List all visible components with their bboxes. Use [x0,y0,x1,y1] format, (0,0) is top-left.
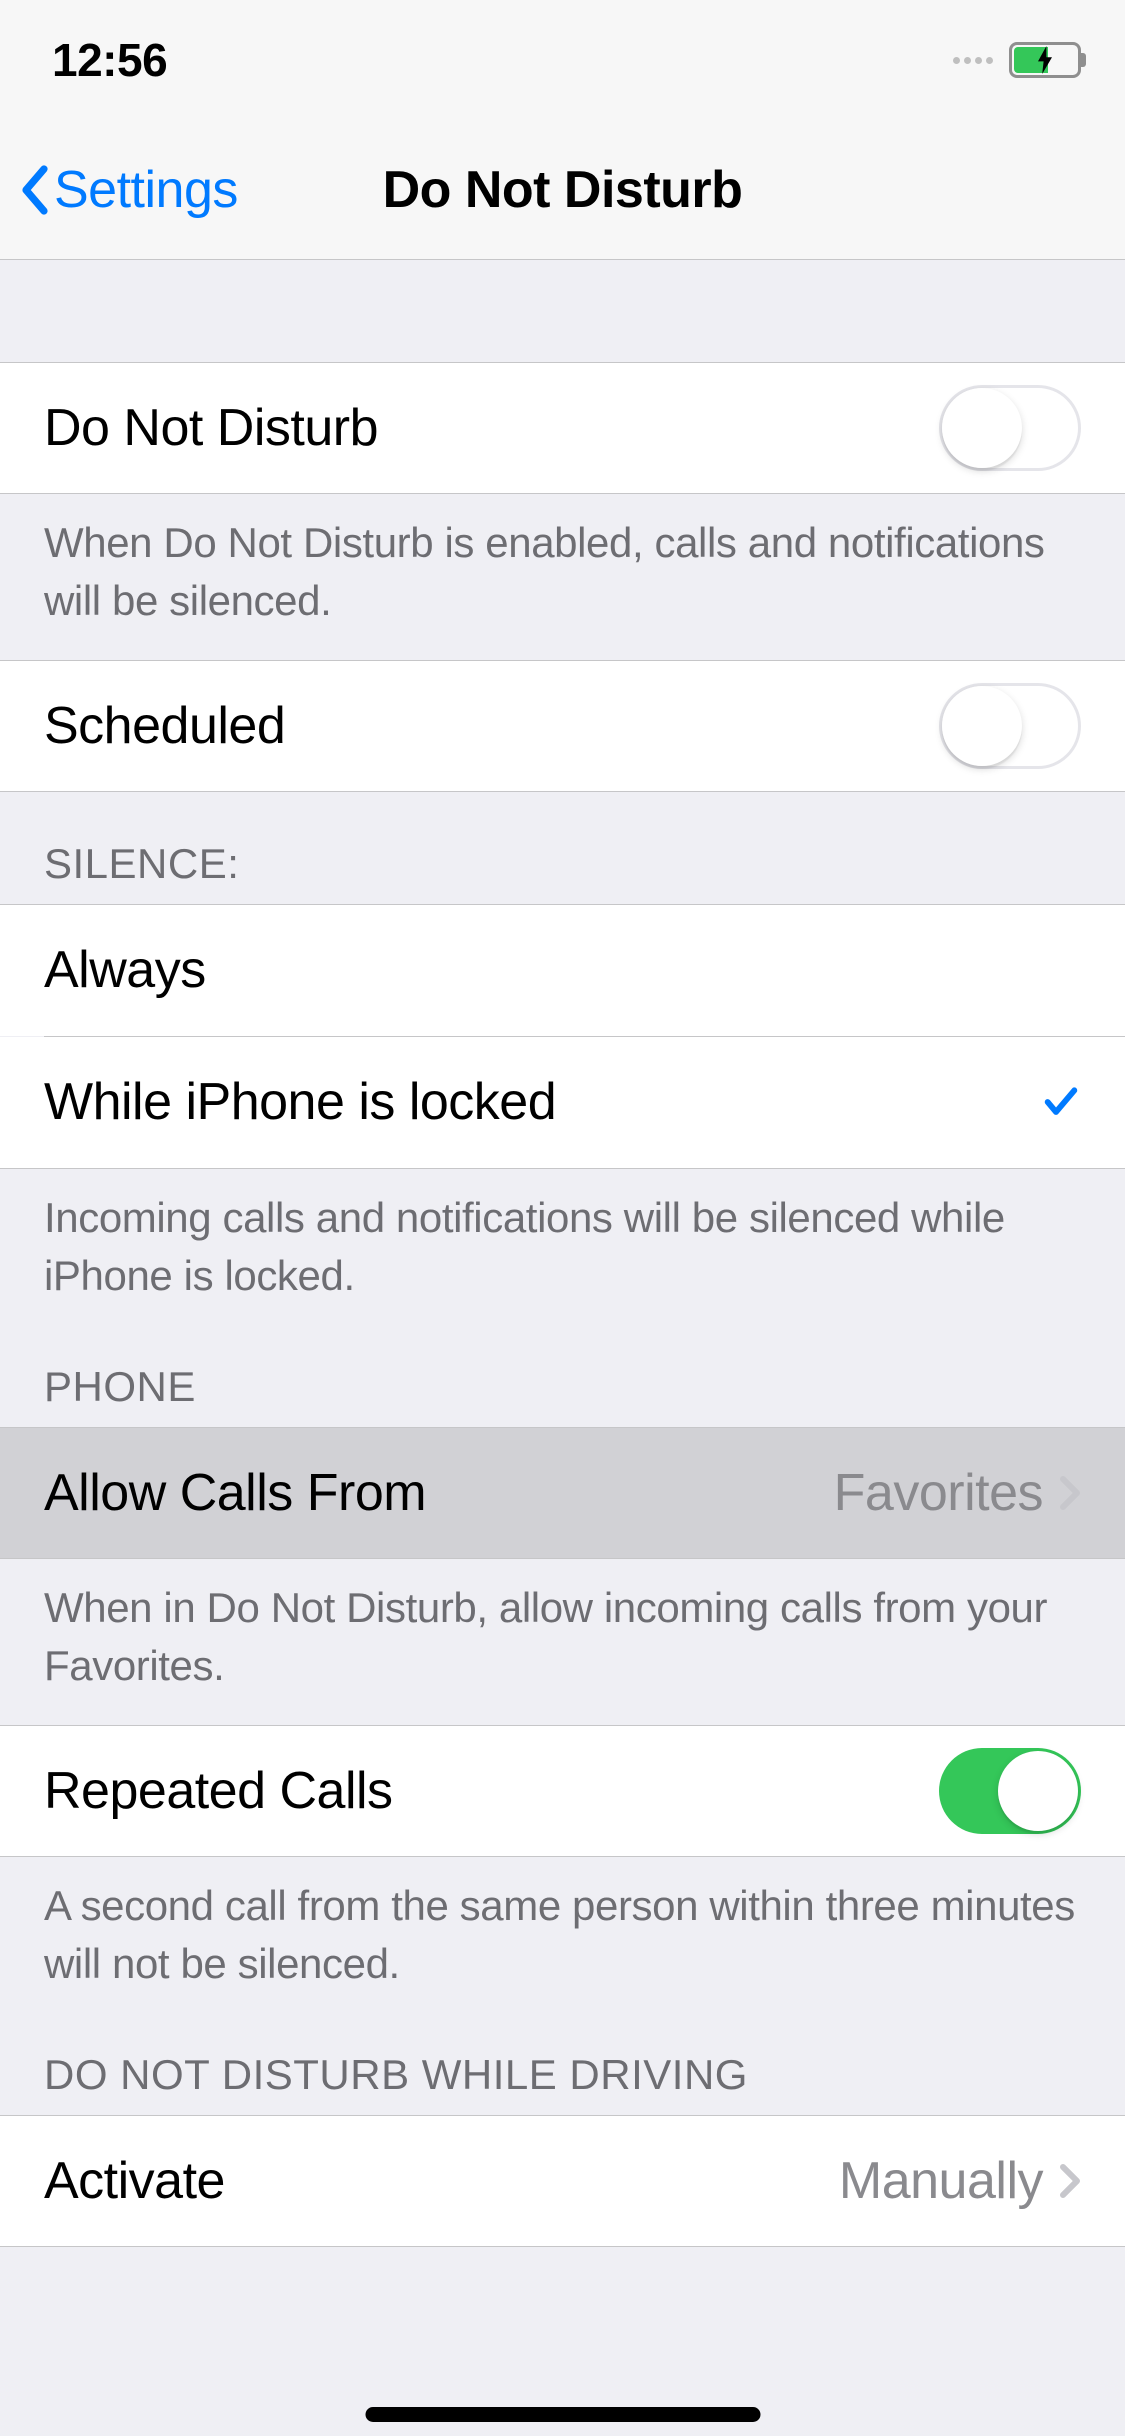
allow-calls-from-row[interactable]: Allow Calls From Favorites [0,1427,1125,1559]
activate-row[interactable]: Activate Manually [0,2115,1125,2247]
back-label: Settings [54,160,238,220]
activate-label: Activate [44,2151,225,2211]
signal-indicator [953,57,993,64]
repeated-calls-toggle[interactable] [939,1748,1081,1834]
back-button[interactable]: Settings [0,160,238,220]
driving-header: DO NOT DISTURB WHILE DRIVING [0,2023,1125,2115]
home-indicator[interactable] [365,2407,760,2422]
battery-icon [1009,42,1081,78]
scheduled-toggle[interactable] [939,683,1081,769]
silence-header: SILENCE: [0,792,1125,904]
content: Do Not Disturb When Do Not Disturb is en… [0,260,1125,2436]
allow-calls-from-value: Favorites [834,1463,1043,1523]
chevron-right-icon [1059,2163,1081,2199]
do-not-disturb-toggle[interactable] [939,385,1081,471]
repeated-calls-label: Repeated Calls [44,1761,393,1821]
repeated-calls-row: Repeated Calls [0,1725,1125,1857]
allow-calls-from-label: Allow Calls From [44,1463,426,1523]
status-right [953,42,1081,78]
activate-value: Manually [839,2151,1043,2211]
scheduled-row: Scheduled [0,660,1125,792]
silence-always-row[interactable]: Always [0,904,1125,1036]
repeated-calls-footer: A second call from the same person withi… [0,1857,1125,2023]
page-title: Do Not Disturb [383,160,743,220]
phone-header: PHONE [0,1335,1125,1427]
do-not-disturb-row: Do Not Disturb [0,362,1125,494]
chevron-right-icon [1059,1475,1081,1511]
chevron-left-icon [20,165,48,215]
silence-while-locked-row[interactable]: While iPhone is locked [0,1037,1125,1169]
status-time: 12:56 [52,33,167,87]
silence-while-locked-label: While iPhone is locked [44,1072,556,1132]
checkmark-icon [1041,1082,1081,1122]
do-not-disturb-label: Do Not Disturb [44,398,378,458]
do-not-disturb-footer: When Do Not Disturb is enabled, calls an… [0,494,1125,660]
scheduled-label: Scheduled [44,696,285,756]
status-bar: 12:56 [0,0,1125,120]
silence-footer: Incoming calls and notifications will be… [0,1169,1125,1335]
silence-always-label: Always [44,940,206,1000]
allow-calls-from-footer: When in Do Not Disturb, allow incoming c… [0,1559,1125,1725]
navigation-bar: Settings Do Not Disturb [0,120,1125,260]
